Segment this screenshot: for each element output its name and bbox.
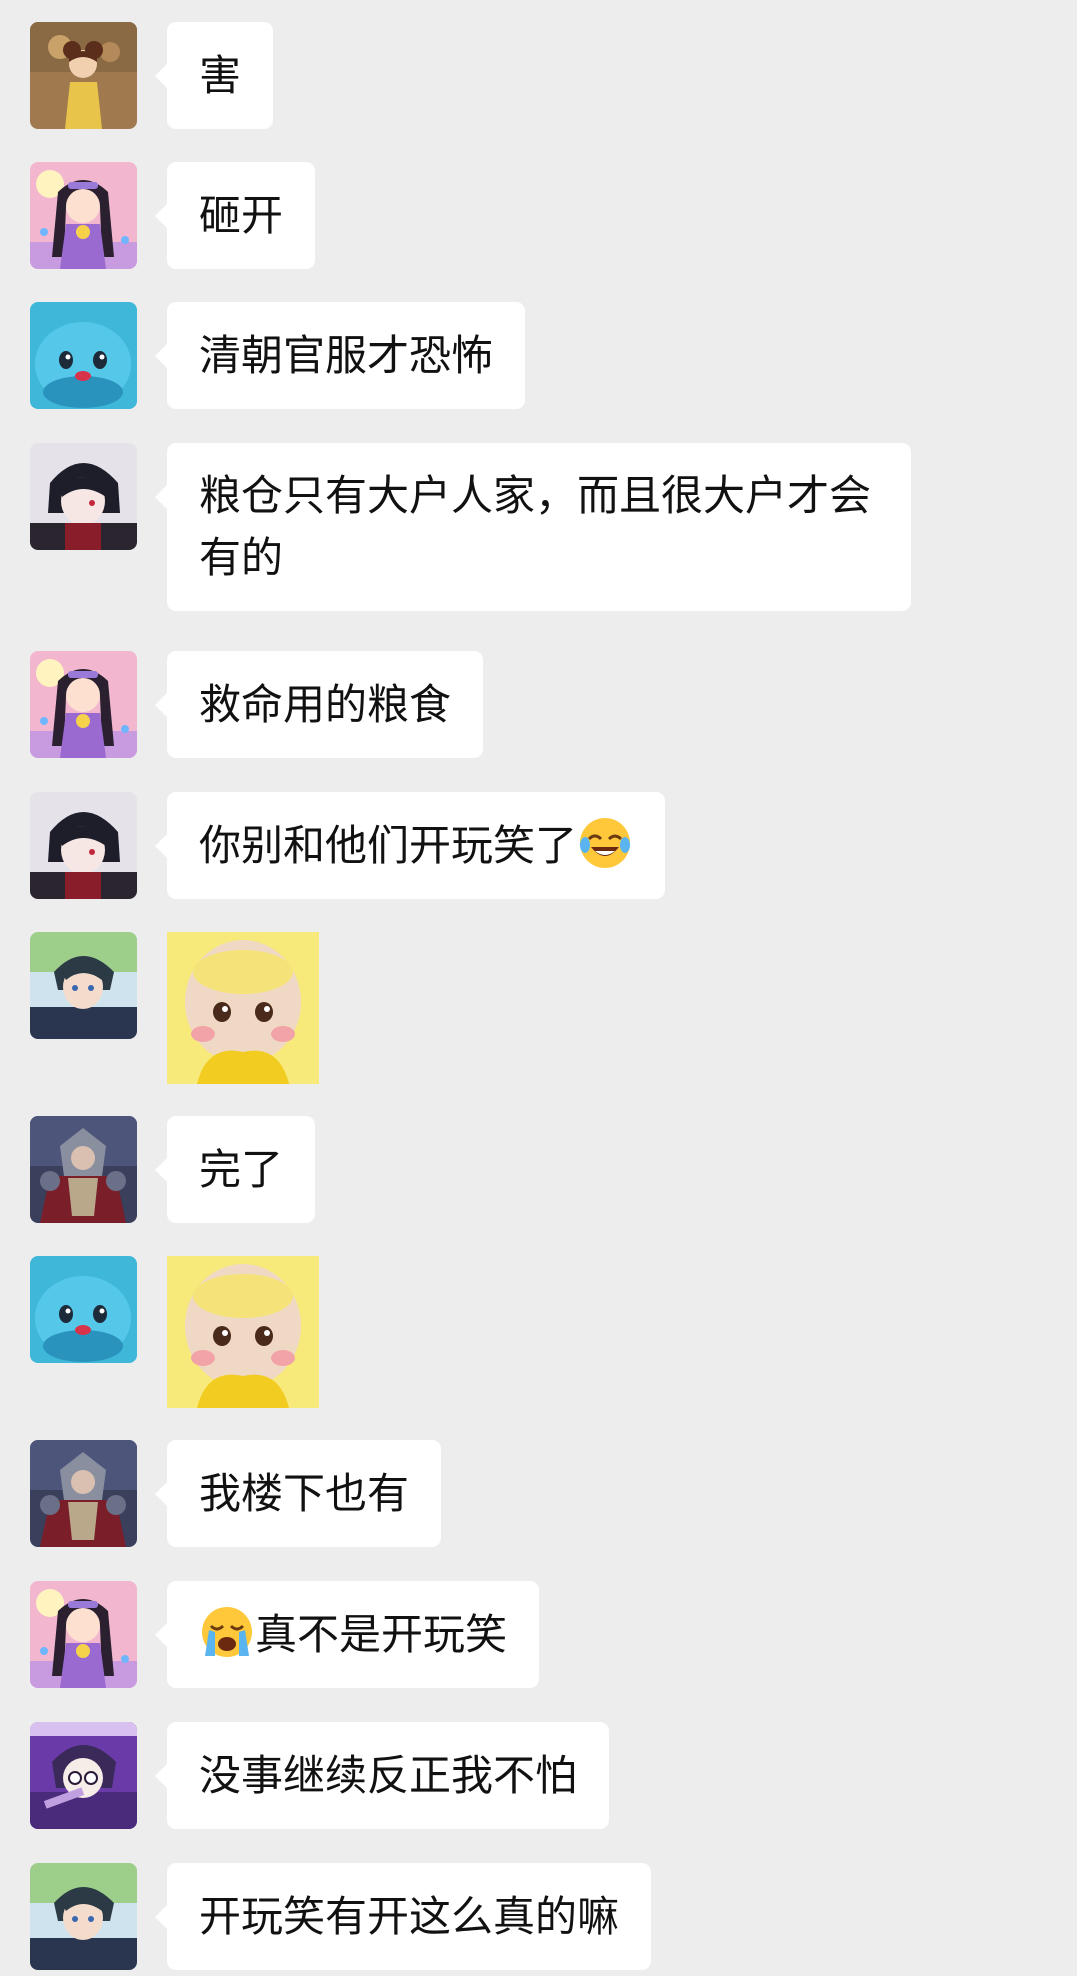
message-text: 害: [199, 50, 242, 100]
loudly-crying-emoji-icon: [199, 1604, 255, 1660]
pink-anime-girl-avatar[interactable]: [30, 651, 137, 758]
pink-anime-girl-avatar[interactable]: [30, 162, 137, 269]
message-text: 粮仓只有大户人家，而且很大户才会有的: [199, 471, 872, 582]
blue-creature-avatar[interactable]: [30, 302, 137, 409]
dark-hair-boy-avatar[interactable]: [30, 792, 137, 899]
message-bubble[interactable]: 砸开: [154, 162, 316, 269]
yellow-teletubby-sticker[interactable]: [167, 932, 319, 1084]
message-text: 没事继续反正我不怕: [199, 1750, 578, 1800]
message-text: 真不是开玩笑: [255, 1609, 508, 1659]
message-bubble[interactable]: 你别和他们开玩笑了: [154, 792, 666, 899]
message-bubble[interactable]: 完了: [154, 1116, 316, 1223]
dark-hair-boy-avatar[interactable]: [30, 443, 137, 550]
message-bubble[interactable]: 没事继续反正我不怕: [154, 1722, 610, 1829]
armored-warrior-avatar[interactable]: [30, 1440, 137, 1547]
armored-warrior-avatar[interactable]: [30, 1116, 137, 1223]
anime-boy-avatar[interactable]: [30, 1863, 137, 1970]
blue-creature-avatar[interactable]: [30, 1256, 137, 1363]
message-text: 清朝官服才恐怖: [199, 330, 494, 380]
message-bubble[interactable]: 开玩笑有开这么真的嘛: [154, 1863, 652, 1970]
message-bubble[interactable]: 救命用的粮食: [154, 651, 484, 758]
yellow-teletubby-sticker[interactable]: [167, 1256, 319, 1408]
message-bubble[interactable]: 清朝官服才恐怖: [154, 302, 526, 409]
message-bubble[interactable]: 我楼下也有: [154, 1440, 442, 1547]
message-bubble[interactable]: 粮仓只有大户人家，而且很大户才会有的: [155, 443, 911, 611]
tears-of-joy-emoji-icon: [577, 815, 633, 871]
message-text: 救命用的粮食: [199, 679, 452, 729]
anime-boy-avatar[interactable]: [30, 932, 137, 1039]
pink-anime-girl-avatar[interactable]: [30, 1581, 137, 1688]
message-text: 开玩笑有开这么真的嘛: [199, 1891, 620, 1941]
message-text: 我楼下也有: [199, 1468, 410, 1518]
message-bubble[interactable]: 真不是开玩笑: [154, 1581, 540, 1688]
girl-yellow-dress-avatar[interactable]: [30, 22, 137, 129]
message-text: 砸开: [199, 190, 284, 240]
message-text: 完了: [199, 1144, 284, 1194]
message-text: 你别和他们开玩笑了: [199, 820, 578, 870]
message-bubble[interactable]: 害: [154, 22, 274, 129]
purple-anime-avatar[interactable]: [30, 1722, 137, 1829]
chat-message-list[interactable]: 害 砸开 清朝官服才恐怖 粮仓只有大户人家，而且很大户才会有的 救命用的粮食 你…: [0, 0, 1077, 1976]
